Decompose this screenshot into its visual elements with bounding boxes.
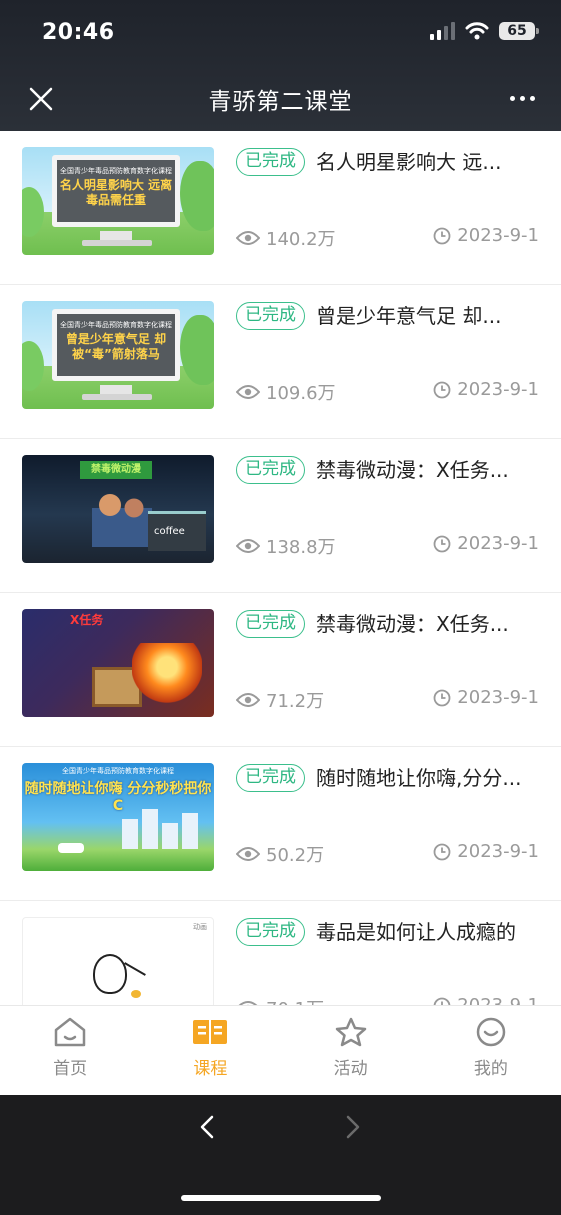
course-thumbnail[interactable]: 全国青少年毒品预防教育数字化课程 随时随地让你嗨 分分秒秒把你C xyxy=(22,763,214,871)
view-count-text: 70.1万 xyxy=(266,995,324,1005)
publish-date-text: 2023-9-1 xyxy=(457,687,539,708)
status-badge: 已完成 xyxy=(236,148,305,176)
publish-date-text: 2023-9-1 xyxy=(457,379,539,400)
wifi-icon xyxy=(465,22,489,40)
eye-icon xyxy=(236,539,260,553)
page-title: 青骄第二课堂 xyxy=(208,89,353,115)
course-thumbnail[interactable]: 全国青少年毒品预防教育数字化课程 曾是少年意气足 却被“毒”箭射落马 xyxy=(22,301,214,409)
publish-date: 2023-9-1 xyxy=(433,379,539,400)
publish-date-text: 2023-9-1 xyxy=(457,533,539,554)
tab-activities[interactable]: 活动 xyxy=(281,1006,421,1095)
status-badge: 已完成 xyxy=(236,610,305,638)
list-item[interactable]: 全国青少年毒品预防教育数字化课程 曾是少年意气足 却被“毒”箭射落马 已完成 曾是… xyxy=(0,285,561,439)
app-header: 20:46 65 青骄第二课堂 xyxy=(0,0,561,131)
clock-icon xyxy=(433,535,451,552)
course-title[interactable]: 毒品是如何让人成瘾的 xyxy=(316,917,544,947)
view-count: 138.8万 xyxy=(236,533,336,559)
course-title[interactable]: 曾是少年意气足 却... xyxy=(316,301,544,331)
list-item[interactable]: 全国青少年毒品预防教育数字化课程 名人明星影响大 远离毒品需任重 已完成 名人明星… xyxy=(0,131,561,285)
publish-date-text: 2023-9-1 xyxy=(457,225,539,246)
course-thumbnail[interactable]: 全国青少年毒品预防教育数字化课程 名人明星影响大 远离毒品需任重 xyxy=(22,147,214,255)
list-item[interactable]: X任务 已完成 禁毒微动漫：X任务... 71.2万 2023-9-1 xyxy=(0,593,561,747)
tab-label: 首页 xyxy=(53,1059,88,1079)
tab-label: 课程 xyxy=(193,1059,228,1079)
thumbnail-caption: 随时随地让你嗨 分分秒秒把你C xyxy=(24,781,212,814)
view-count-text: 109.6万 xyxy=(266,383,336,404)
view-count-text: 71.2万 xyxy=(266,691,325,712)
publish-date: 2023-9-1 xyxy=(433,995,539,1005)
star-icon xyxy=(335,1017,366,1047)
home-icon xyxy=(54,1017,86,1047)
view-count: 70.1万 xyxy=(236,995,324,1005)
signal-icon xyxy=(430,22,455,40)
more-icon[interactable] xyxy=(510,96,535,101)
eye-icon xyxy=(236,385,260,399)
clock-icon xyxy=(433,381,451,398)
eye-icon xyxy=(236,847,260,861)
thumbnail-caption: 名人明星影响大 远离毒品需任重 xyxy=(59,178,173,207)
clock-icon xyxy=(433,843,451,860)
status-badge: 已完成 xyxy=(236,302,305,330)
course-thumbnail[interactable]: 禁毒微动漫 coffee xyxy=(22,455,214,563)
course-title[interactable]: 禁毒微动漫：X任务... xyxy=(316,455,544,485)
publish-date: 2023-9-1 xyxy=(433,225,539,246)
view-count: 50.2万 xyxy=(236,841,324,867)
list-item[interactable]: 动画 已完成 毒品是如何让人成瘾的 70.1万 2023-9-1 xyxy=(0,901,561,1005)
tab-courses[interactable]: 课程 xyxy=(140,1006,280,1095)
tab-profile[interactable]: 我的 xyxy=(421,1006,561,1095)
course-title[interactable]: 名人明星影响大 远... xyxy=(316,147,544,177)
publish-date: 2023-9-1 xyxy=(433,841,539,862)
view-count: 140.2万 xyxy=(236,225,336,251)
course-thumbnail[interactable]: X任务 xyxy=(22,609,214,717)
list-item[interactable]: 全国青少年毒品预防教育数字化课程 随时随地让你嗨 分分秒秒把你C 已完成 随时随… xyxy=(0,747,561,901)
tab-home[interactable]: 首页 xyxy=(0,1006,140,1095)
publish-date-text: 2023-9-1 xyxy=(457,841,539,862)
status-badge: 已完成 xyxy=(236,456,305,484)
back-arrow-icon[interactable] xyxy=(196,1115,220,1139)
status-time: 20:46 xyxy=(42,20,115,45)
view-count-text: 140.2万 xyxy=(266,229,336,250)
view-count-text: 50.2万 xyxy=(266,845,325,866)
course-title[interactable]: 随时随地让你嗨,分分... xyxy=(316,763,544,793)
smile-icon xyxy=(476,1017,506,1047)
home-indicator[interactable] xyxy=(181,1195,381,1201)
book-icon xyxy=(193,1020,228,1044)
clock-icon xyxy=(433,227,451,244)
view-count: 71.2万 xyxy=(236,687,324,713)
publish-date: 2023-9-1 xyxy=(433,687,539,708)
clock-icon xyxy=(433,997,451,1005)
thumbnail-caption: 曾是少年意气足 却被“毒”箭射落马 xyxy=(65,332,167,361)
status-badge: 已完成 xyxy=(236,918,305,946)
publish-date: 2023-9-1 xyxy=(433,533,539,554)
tab-label: 活动 xyxy=(333,1059,368,1079)
tab-label: 我的 xyxy=(473,1059,508,1079)
battery-icon: 65 xyxy=(499,22,539,40)
browser-toolbar xyxy=(0,1095,561,1215)
tab-bar: 首页 课程 活动 我的 xyxy=(0,1005,561,1095)
course-title[interactable]: 禁毒微动漫：X任务... xyxy=(316,609,544,639)
view-count-text: 138.8万 xyxy=(266,537,336,558)
status-icons: 65 xyxy=(430,22,539,40)
eye-icon xyxy=(236,693,260,707)
status-badge: 已完成 xyxy=(236,764,305,792)
forward-arrow-icon[interactable] xyxy=(340,1115,364,1139)
clock-icon xyxy=(433,689,451,706)
thumbnail-caption: coffee xyxy=(154,526,185,537)
eye-icon xyxy=(236,231,260,245)
list-item[interactable]: 禁毒微动漫 coffee 已完成 禁毒微动漫：X任务... 138.8万 202… xyxy=(0,439,561,593)
publish-date-text: 2023-9-1 xyxy=(457,995,539,1005)
course-thumbnail[interactable]: 动画 xyxy=(22,917,214,1005)
view-count: 109.6万 xyxy=(236,379,336,405)
course-list[interactable]: 全国青少年毒品预防教育数字化课程 名人明星影响大 远离毒品需任重 已完成 名人明星… xyxy=(0,131,561,1005)
